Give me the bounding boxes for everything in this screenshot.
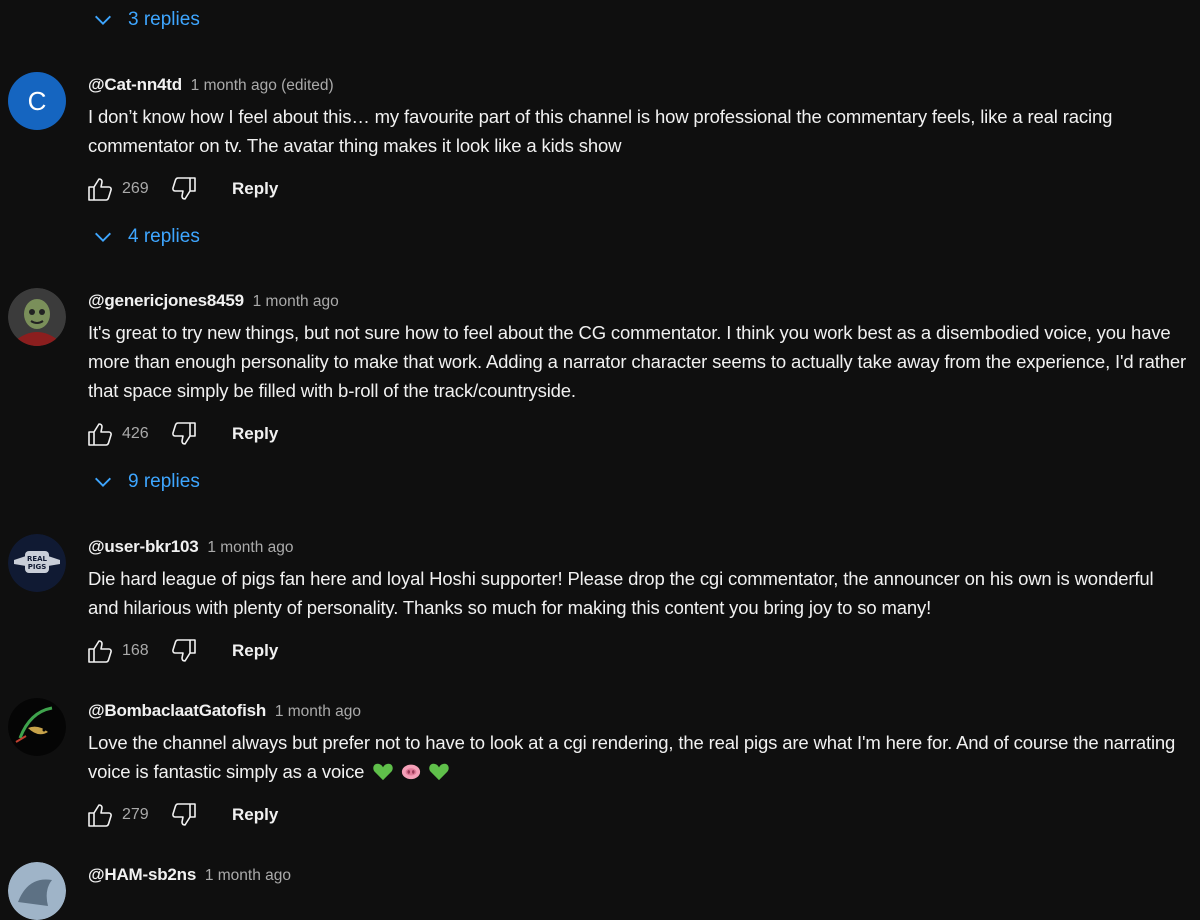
replies-count-label: 4 replies [128, 226, 200, 247]
svg-text:PIGS: PIGS [28, 563, 47, 571]
comment-author[interactable]: @BombaclaatGatofish [88, 701, 266, 720]
thumbs-up-icon [88, 640, 112, 663]
thumbs-down-icon [172, 177, 196, 200]
replies-count-label: 9 replies [128, 471, 200, 492]
view-replies-button[interactable]: 9 replies [92, 468, 200, 496]
comment-text: Die hard league of pigs fan here and loy… [88, 568, 1154, 618]
replies-count-label: 3 replies [128, 9, 200, 30]
comment-author[interactable]: @HAM-sb2ns [88, 865, 196, 884]
green-heart-icon [373, 763, 394, 781]
like-count: 269 [122, 180, 149, 197]
avatar[interactable]: C [8, 72, 66, 130]
avatar[interactable]: REAL PIGS [8, 534, 66, 592]
dislike-button[interactable] [170, 637, 198, 665]
zombie-avatar-icon [8, 288, 66, 346]
comment-timestamp[interactable]: 1 month ago [205, 867, 291, 884]
comment-timestamp[interactable]: 1 month ago (edited) [191, 77, 334, 94]
comment-actions: 168 Reply [88, 634, 1186, 668]
like-count: 168 [122, 642, 149, 659]
chevron-down-icon [95, 232, 111, 242]
thumbs-down-icon [172, 639, 196, 662]
avatar[interactable] [8, 698, 66, 756]
avatar[interactable] [8, 862, 66, 920]
comment-text: I don’t know how I feel about this… my f… [88, 106, 1113, 156]
green-heart-icon [429, 763, 450, 781]
like-count: 426 [122, 425, 149, 442]
comment-timestamp[interactable]: 1 month ago [275, 703, 361, 720]
thumbs-down-icon [172, 422, 196, 445]
comment-timestamp[interactable]: 1 month ago [207, 539, 293, 556]
view-replies-button[interactable]: 3 replies [92, 6, 200, 34]
comment-text: Love the channel always but prefer not t… [88, 732, 1176, 782]
reply-button[interactable]: Reply [232, 641, 278, 661]
dolphin-avatar-icon [8, 862, 66, 920]
thumbs-down-icon [172, 803, 196, 826]
thumbs-up-icon [88, 804, 112, 827]
real-pigs-logo-icon: REAL PIGS [8, 534, 66, 592]
like-button[interactable] [86, 175, 114, 203]
avatar[interactable] [8, 288, 66, 346]
comment-author[interactable]: @genericjones8459 [88, 291, 244, 310]
comment-text: It's great to try new things, but not su… [88, 322, 1186, 401]
thumbs-up-icon [88, 423, 112, 446]
gatofish-avatar-icon [8, 698, 66, 756]
svg-text:REAL: REAL [27, 555, 48, 563]
like-count: 279 [122, 806, 149, 823]
dislike-button[interactable] [170, 801, 198, 829]
comment-author[interactable]: @Cat-nn4td [88, 75, 182, 94]
comment-author[interactable]: @user-bkr103 [88, 537, 199, 556]
comment-timestamp[interactable]: 1 month ago [253, 293, 339, 310]
comment-actions: 426 Reply [88, 417, 1186, 451]
comment-text-container: Love the channel always but prefer not t… [88, 728, 1186, 786]
reply-button[interactable]: Reply [232, 424, 278, 444]
like-button[interactable] [86, 801, 114, 829]
chevron-down-icon [95, 477, 111, 487]
comment-actions: 269 Reply [88, 172, 1186, 206]
dislike-button[interactable] [170, 175, 198, 203]
comment-actions: 279 Reply [88, 798, 1186, 832]
reply-button[interactable]: Reply [232, 805, 278, 825]
thumbs-up-icon [88, 178, 112, 201]
dislike-button[interactable] [170, 420, 198, 448]
chevron-down-icon [95, 15, 111, 25]
view-replies-button[interactable]: 4 replies [92, 223, 200, 251]
reply-button[interactable]: Reply [232, 179, 278, 199]
like-button[interactable] [86, 637, 114, 665]
pig-nose-icon [402, 764, 421, 780]
like-button[interactable] [86, 420, 114, 448]
